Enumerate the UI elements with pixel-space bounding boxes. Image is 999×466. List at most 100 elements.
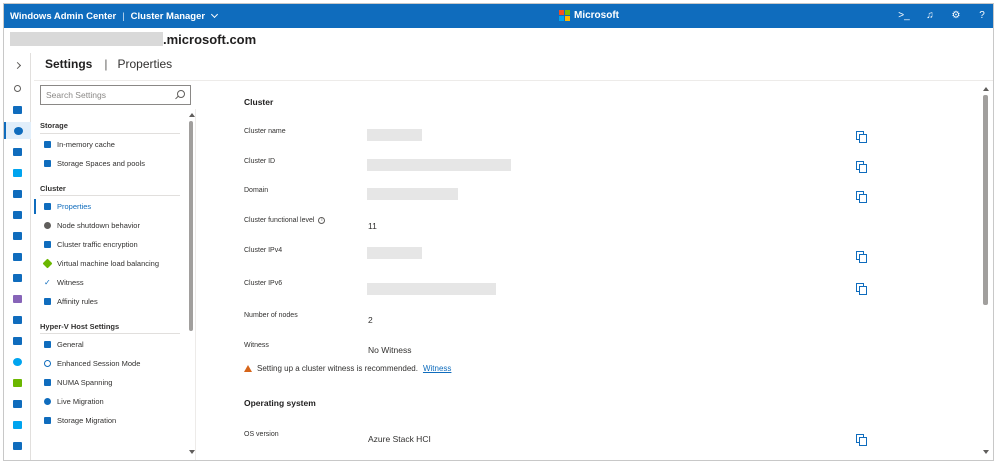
field-label-domain: Domain: [244, 187, 269, 194]
nav-item-in-memory-cache[interactable]: In-memory cache: [36, 136, 184, 153]
brand-label: Microsoft: [574, 10, 619, 21]
nav-item-storage-migration[interactable]: Storage Migration: [36, 412, 184, 429]
section-title-cluster: Cluster: [244, 97, 274, 107]
memory-icon: [44, 141, 51, 148]
help-icon[interactable]: ?: [975, 9, 989, 23]
main-scrollbar[interactable]: [982, 81, 990, 460]
rail-settings[interactable]: [4, 122, 31, 139]
rail-extensions[interactable]: [8, 374, 27, 391]
expand-rail-button[interactable]: [8, 57, 27, 74]
nav-item-node-shutdown[interactable]: Node shutdown behavior: [36, 217, 184, 234]
nav-section-cluster: Cluster: [40, 184, 66, 193]
redacted-cluster-name: [367, 129, 422, 141]
nav-item-enhanced-session[interactable]: Enhanced Session Mode: [36, 355, 184, 372]
os-version-value: Azure Stack HCI: [368, 434, 431, 444]
shutdown-icon: [44, 222, 51, 229]
nav-item-properties[interactable]: Properties: [34, 198, 184, 215]
nav-item-affinity-rules[interactable]: Affinity rules: [36, 293, 184, 310]
rail-network[interactable]: [8, 290, 27, 307]
scroll-down-arrow[interactable]: [983, 450, 989, 454]
nav-scroll-thumb[interactable]: [189, 121, 193, 331]
general-icon: [44, 341, 51, 348]
rail-volumes[interactable]: [8, 227, 27, 244]
rail-dashboard[interactable]: [8, 185, 27, 202]
rail-updates[interactable]: [8, 269, 27, 286]
copy-icon[interactable]: [856, 131, 867, 143]
encryption-icon: [44, 241, 51, 248]
rail-virtual-machines[interactable]: [8, 206, 27, 223]
copy-icon[interactable]: [856, 283, 867, 295]
rail-security[interactable]: [8, 164, 27, 181]
search-icon[interactable]: [177, 90, 185, 98]
settings-search-input[interactable]: Search Settings: [40, 85, 191, 105]
nav-item-general[interactable]: General: [36, 336, 184, 353]
nav-item-label: General: [57, 340, 84, 349]
scroll-down-arrow[interactable]: [189, 450, 195, 454]
nav-item-label: Storage Migration: [57, 416, 117, 425]
tool-rail: [4, 53, 31, 460]
rail-reports[interactable]: [8, 395, 27, 412]
nav-divider: [40, 195, 180, 196]
tab-settings[interactable]: Settings: [45, 57, 92, 71]
rail-more[interactable]: [8, 437, 27, 454]
host-title: .microsoft.com: [10, 31, 256, 47]
shield-icon: [13, 168, 22, 177]
witness-link[interactable]: Witness: [423, 364, 451, 373]
copy-icon[interactable]: [856, 161, 867, 173]
copy-icon[interactable]: [856, 251, 867, 263]
info-icon[interactable]: i: [318, 217, 326, 224]
monitor-icon: [13, 210, 22, 219]
updates-icon: [13, 273, 22, 282]
nav-item-storage-spaces[interactable]: Storage Spaces and pools: [36, 155, 184, 172]
nav-item-traffic-encryption[interactable]: Cluster traffic encryption: [36, 236, 184, 253]
field-label-number-of-nodes: Number of nodes: [244, 312, 298, 319]
nav-item-numa-spanning[interactable]: NUMA Spanning: [36, 374, 184, 391]
rail-events[interactable]: [8, 332, 27, 349]
extension-icon: [13, 378, 22, 387]
tool-switcher-label: Cluster Manager: [130, 10, 206, 22]
nav-item-live-migration[interactable]: Live Migration: [36, 393, 184, 410]
section-title-os: Operating system: [244, 398, 316, 408]
rail-tables[interactable]: [8, 311, 27, 328]
nav-scrollbar[interactable]: [189, 113, 195, 458]
gear-icon[interactable]: ⚙: [949, 9, 963, 23]
session-icon: [44, 360, 51, 367]
nav-item-label: Live Migration: [57, 397, 104, 406]
warning-icon: [244, 365, 252, 372]
storage-pool-icon: [44, 160, 51, 167]
field-label-ipv4: Cluster IPv4: [244, 247, 283, 254]
rail-users[interactable]: [8, 416, 27, 433]
servers-icon: [13, 147, 22, 156]
more-icon: [13, 441, 22, 450]
nav-item-label: Node shutdown behavior: [57, 221, 140, 230]
scroll-up-arrow[interactable]: [189, 113, 195, 117]
performance-icon: [13, 357, 22, 366]
warning-text: Setting up a cluster witness is recommen…: [257, 364, 418, 373]
main-scroll-thumb[interactable]: [983, 95, 988, 305]
redacted-ipv4: [367, 247, 422, 259]
copy-icon[interactable]: [856, 191, 867, 203]
rail-performance[interactable]: [8, 353, 27, 370]
rail-home[interactable]: [8, 101, 27, 118]
app-title[interactable]: Windows Admin Center: [4, 11, 116, 22]
rail-servers[interactable]: [8, 143, 27, 160]
host-name-suffix: .microsoft.com: [163, 31, 257, 47]
redacted-host: [10, 32, 163, 46]
nav-item-witness[interactable]: ✓ Witness: [36, 274, 184, 291]
terminal-icon[interactable]: >_: [897, 9, 911, 23]
nav-item-vm-load-balancing[interactable]: Virtual machine load balancing: [36, 255, 184, 272]
bell-icon[interactable]: ♫: [923, 9, 937, 23]
tab-properties[interactable]: Properties: [117, 57, 172, 71]
scroll-up-arrow[interactable]: [983, 87, 989, 91]
nav-divider: [40, 333, 180, 334]
rail-drives[interactable]: [8, 248, 27, 265]
live-migration-icon: [44, 398, 51, 405]
app-window: Windows Admin Center | Cluster Manager M…: [3, 3, 994, 461]
rail-search[interactable]: [8, 80, 27, 97]
chevron-down-icon: [211, 10, 219, 19]
copy-icon[interactable]: [856, 434, 867, 446]
tool-switcher[interactable]: Cluster Manager: [130, 10, 219, 22]
nav-item-label: NUMA Spanning: [57, 378, 113, 387]
properties-icon: [44, 203, 51, 210]
nav-item-label: Virtual machine load balancing: [57, 259, 160, 268]
